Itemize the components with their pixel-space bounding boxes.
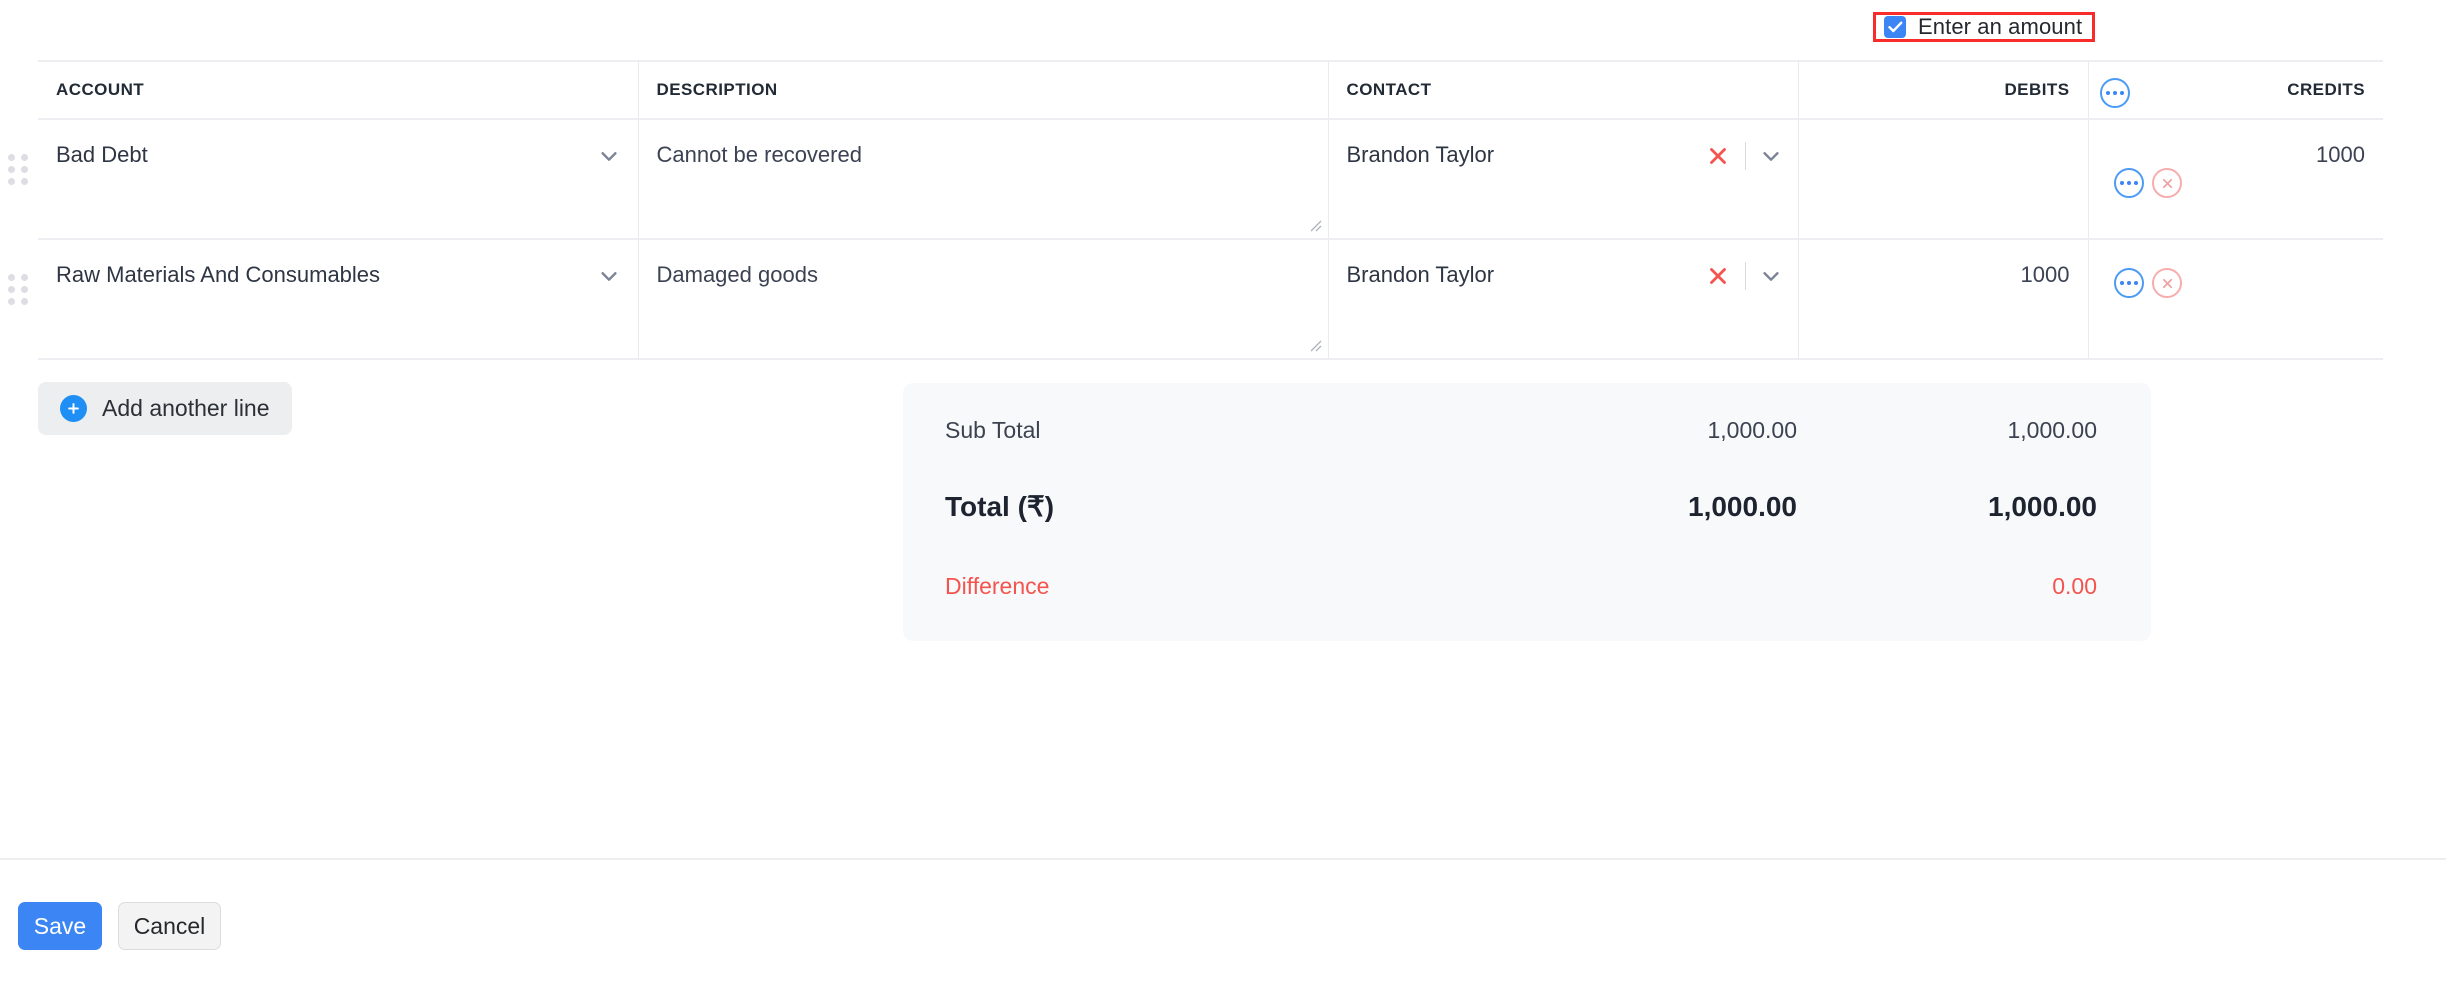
table-row: Bad Debt Cannot be recovered Brandon Tay… (38, 119, 2383, 239)
enter-an-amount-toggle[interactable]: Enter an amount (1873, 12, 2095, 42)
footer-bar: Save Cancel (0, 858, 2446, 984)
column-header-debits: DEBITS (1798, 61, 2088, 119)
column-header-account: ACCOUNT (38, 61, 638, 119)
resize-grip-icon[interactable] (1306, 336, 1322, 352)
row-more-options-button[interactable] (2114, 168, 2144, 198)
total-label: Total (₹) (945, 490, 1467, 523)
row-delete-button[interactable] (2152, 168, 2182, 198)
debits-value (1799, 120, 2088, 142)
row-more-options-button[interactable] (2114, 268, 2144, 298)
row-delete-button[interactable] (2152, 268, 2182, 298)
close-icon (2160, 176, 2175, 191)
add-another-line-label: Add another line (102, 395, 270, 422)
description-value: Cannot be recovered (639, 120, 1328, 168)
difference-credits: 0.00 (1797, 573, 2097, 600)
cancel-button[interactable]: Cancel (118, 902, 221, 950)
column-header-credits: CREDITS (2088, 61, 2383, 119)
cell-debits[interactable]: 1000 (1798, 239, 2088, 359)
clear-contact-icon[interactable] (1705, 143, 1731, 169)
clear-contact-icon[interactable] (1705, 263, 1731, 289)
more-options-icon (2106, 91, 2124, 95)
total-debits: 1,000.00 (1467, 491, 1797, 523)
cell-credits[interactable] (2088, 239, 2383, 359)
description-value: Damaged goods (639, 240, 1328, 288)
drag-handle-icon[interactable] (8, 274, 28, 305)
cell-account[interactable]: Bad Debt (38, 119, 638, 239)
chevron-down-icon[interactable] (1760, 145, 1782, 167)
debits-value: 1000 (1799, 240, 2088, 288)
close-icon (2160, 276, 2175, 291)
totals-panel: Sub Total 1,000.00 1,000.00 Total (₹) 1,… (903, 383, 2151, 641)
account-value: Raw Materials And Consumables (56, 262, 380, 288)
amount-toggle-strip: Enter an amount (0, 0, 2446, 68)
table-row: Raw Materials And Consumables Damaged go… (38, 239, 2383, 359)
save-button[interactable]: Save (18, 902, 102, 950)
table-body: Bad Debt Cannot be recovered Brandon Tay… (38, 119, 2383, 359)
row-actions (2114, 168, 2182, 198)
cell-debits[interactable] (1798, 119, 2088, 239)
credits-value (2089, 240, 2384, 262)
sub-total-label: Sub Total (945, 417, 1467, 444)
more-options-icon (2120, 181, 2138, 185)
chevron-down-icon[interactable] (598, 145, 620, 167)
divider (1745, 262, 1746, 290)
plus-icon (60, 395, 87, 422)
sub-total-credits: 1,000.00 (1797, 417, 2097, 444)
table-header-row: ACCOUNT DESCRIPTION CONTACT DEBITS CREDI… (38, 61, 2383, 119)
column-header-contact: CONTACT (1328, 61, 1798, 119)
total-credits: 1,000.00 (1797, 491, 2097, 523)
column-header-description: DESCRIPTION (638, 61, 1328, 119)
divider (1745, 142, 1746, 170)
table-options-button[interactable] (2100, 78, 2130, 108)
chevron-down-icon[interactable] (1760, 265, 1782, 287)
difference-label: Difference (945, 573, 1467, 600)
row-actions (2114, 268, 2182, 298)
cell-account[interactable]: Raw Materials And Consumables (38, 239, 638, 359)
cell-description[interactable]: Cannot be recovered (638, 119, 1328, 239)
add-another-line-button[interactable]: Add another line (38, 382, 292, 435)
contact-value: Brandon Taylor (1347, 262, 1705, 288)
line-items-table-wrapper: ACCOUNT DESCRIPTION CONTACT DEBITS CREDI… (38, 60, 2118, 360)
account-value: Bad Debt (56, 142, 148, 168)
cell-contact[interactable]: Brandon Taylor (1328, 239, 1798, 359)
chevron-down-icon[interactable] (598, 265, 620, 287)
drag-handle-icon[interactable] (8, 154, 28, 185)
cell-description[interactable]: Damaged goods (638, 239, 1328, 359)
resize-grip-icon[interactable] (1306, 216, 1322, 232)
contact-value: Brandon Taylor (1347, 142, 1705, 168)
total-row: Total (₹) 1,000.00 1,000.00 (945, 490, 2097, 523)
credits-value: 1000 (2089, 120, 2384, 168)
more-options-icon (2120, 281, 2138, 285)
checkbox-checked-icon[interactable] (1884, 16, 1906, 38)
difference-row: Difference 0.00 (945, 573, 2097, 600)
table-head: ACCOUNT DESCRIPTION CONTACT DEBITS CREDI… (38, 61, 2383, 119)
sub-total-debits: 1,000.00 (1467, 417, 1797, 444)
cell-contact[interactable]: Brandon Taylor (1328, 119, 1798, 239)
sub-total-row: Sub Total 1,000.00 1,000.00 (945, 417, 2097, 444)
line-items-table: ACCOUNT DESCRIPTION CONTACT DEBITS CREDI… (38, 60, 2383, 360)
enter-an-amount-label: Enter an amount (1918, 14, 2082, 40)
